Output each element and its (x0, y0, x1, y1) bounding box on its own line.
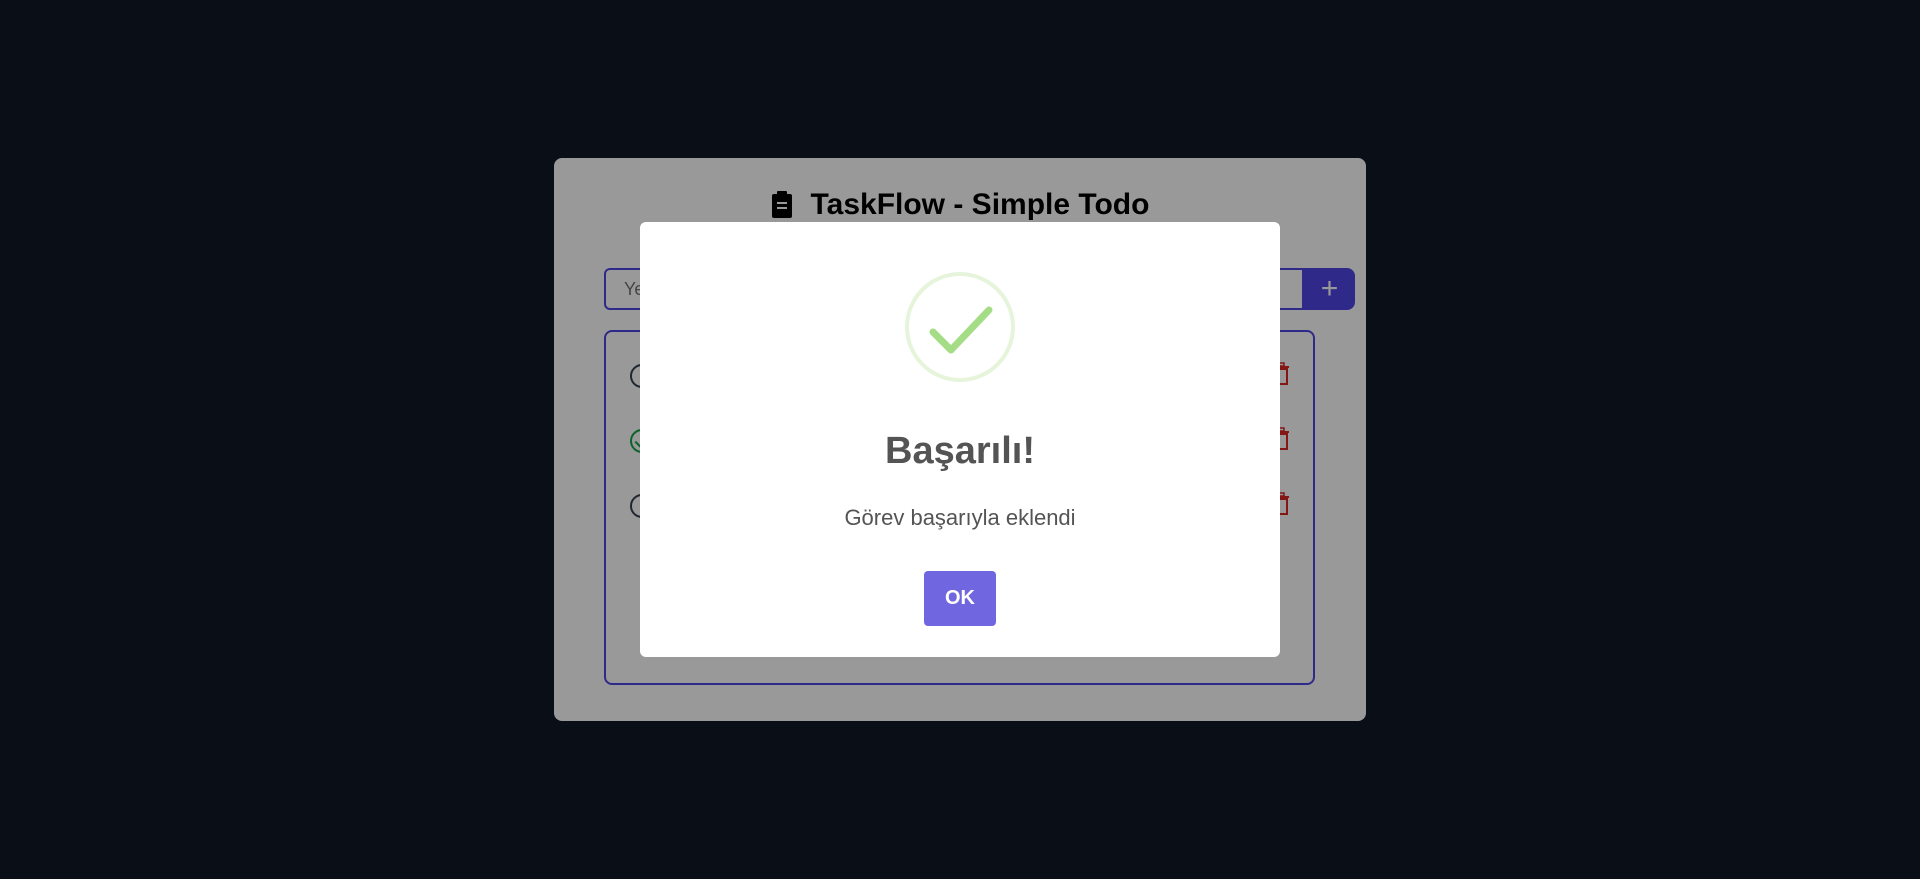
dialog-title: Başarılı! (885, 430, 1035, 472)
ok-button[interactable]: OK (924, 571, 996, 626)
dialog-message: Görev başarıyla eklendi (844, 505, 1076, 530)
success-check-icon (905, 272, 1015, 382)
success-dialog: Başarılı! Görev başarıyla eklendi OK (640, 222, 1280, 657)
